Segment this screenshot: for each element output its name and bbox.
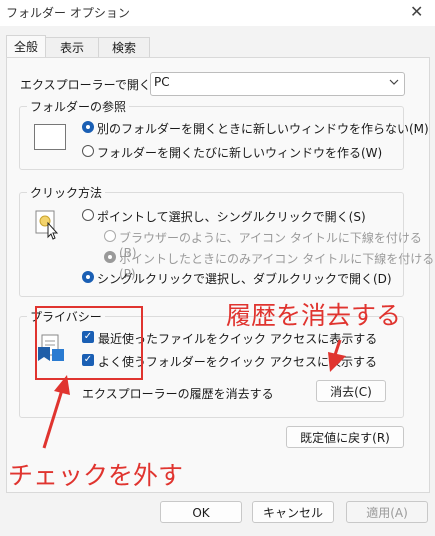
annotation-arrows (42, 339, 346, 449)
